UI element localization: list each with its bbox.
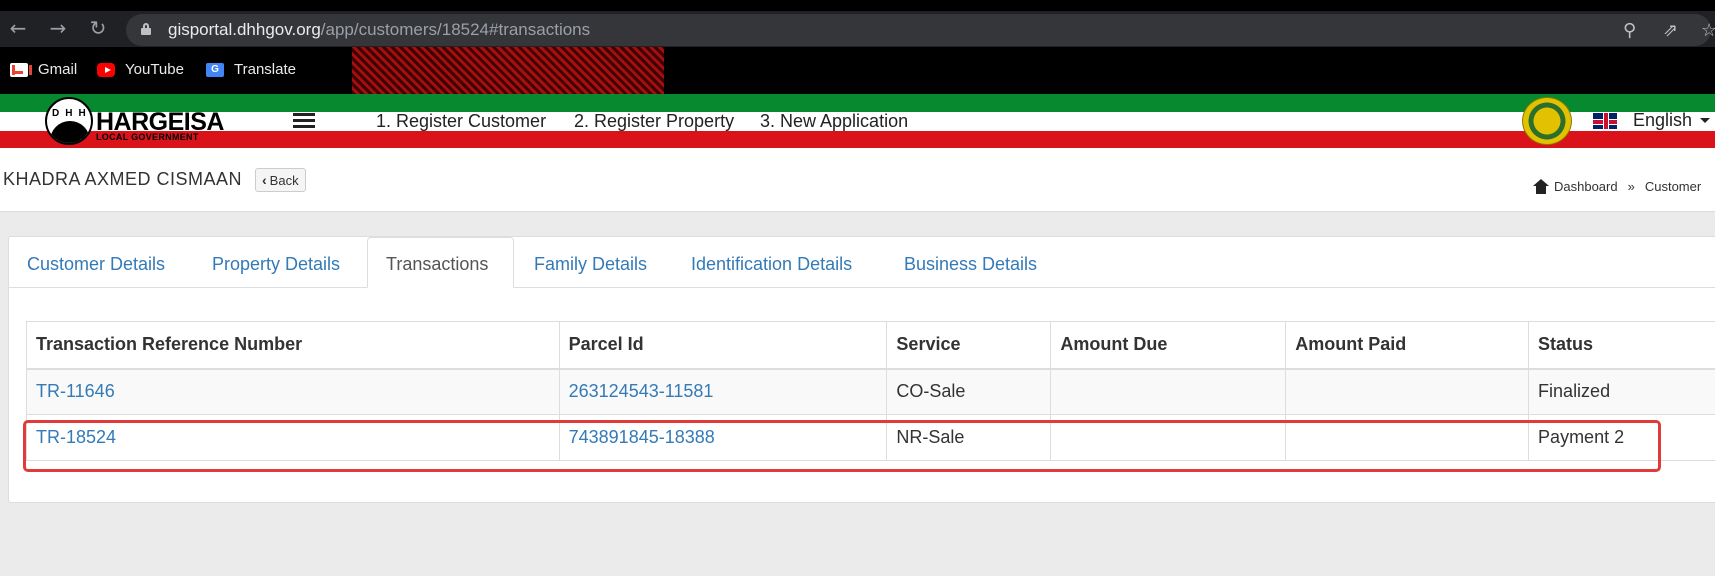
service-cell: NR-Sale bbox=[886, 414, 1052, 461]
translate-icon: G bbox=[206, 62, 224, 77]
parcel-link[interactable]: 743891845-18388 bbox=[569, 427, 715, 447]
arrow-right-icon[interactable]: → bbox=[47, 17, 69, 39]
home-icon bbox=[1533, 179, 1549, 194]
table-row: TR-18524 743891845-18388 NR-Sale Payment… bbox=[26, 414, 1715, 461]
brand-subtitle: LOCAL GOVERNMENT bbox=[96, 132, 199, 142]
bookmark-label: Translate bbox=[234, 61, 296, 78]
amount-due-cell bbox=[1050, 414, 1287, 461]
url-text[interactable]: gisportal.dhhgov.org/app/customers/18524… bbox=[168, 20, 590, 40]
parcel-link[interactable]: 263124543-11581 bbox=[569, 381, 714, 401]
back-button[interactable]: ‹ Back bbox=[255, 168, 306, 192]
breadcrumb-customer: Customer bbox=[1644, 179, 1702, 194]
column-header: Status bbox=[1528, 321, 1715, 370]
table-row: TR-11646 263124543-11581 CO-Sale Finaliz… bbox=[26, 368, 1715, 415]
government-emblem-icon bbox=[1522, 97, 1572, 145]
magnifier-icon[interactable]: ⚲ bbox=[1623, 20, 1636, 41]
amount-paid-cell bbox=[1285, 414, 1530, 461]
chevron-left-icon: ‹ bbox=[262, 172, 267, 188]
page-background-image bbox=[352, 47, 664, 94]
column-header: Parcel Id bbox=[558, 321, 888, 370]
menu-register-customer[interactable]: 1. Register Customer bbox=[376, 111, 546, 132]
hargeisa-logo-icon[interactable] bbox=[45, 97, 93, 145]
star-icon[interactable]: ☆ bbox=[1701, 20, 1715, 41]
flag-stripe-red bbox=[0, 131, 1715, 148]
tab-transactions[interactable]: Transactions bbox=[367, 237, 514, 288]
logo-letters: DHH bbox=[52, 108, 92, 119]
arrow-left-icon[interactable]: ← bbox=[7, 17, 29, 39]
tabs-divider bbox=[9, 287, 1715, 288]
table-cell: 743891845-18388 bbox=[558, 414, 888, 461]
breadcrumb-dashboard[interactable]: Dashboard bbox=[1554, 179, 1618, 194]
table-header-row: Transaction Reference Number Parcel Id S… bbox=[26, 321, 1715, 370]
share-icon[interactable]: ⇗ bbox=[1663, 20, 1678, 41]
bookmarks-bar: Gmail YouTube G Translate bbox=[0, 47, 1715, 94]
back-button-label: Back bbox=[269, 172, 299, 188]
transaction-link[interactable]: TR-11646 bbox=[36, 381, 115, 401]
uk-flag-icon[interactable] bbox=[1593, 113, 1617, 129]
amount-due-cell bbox=[1050, 368, 1287, 415]
tab-strip bbox=[0, 0, 1715, 11]
tab-label: Transactions bbox=[386, 254, 489, 274]
transactions-table: Transaction Reference Number Parcel Id S… bbox=[26, 321, 1715, 461]
table-cell: TR-11646 bbox=[26, 368, 560, 415]
breadcrumb: Dashboard » Customer bbox=[1533, 179, 1701, 194]
bookmark-label: YouTube bbox=[125, 61, 184, 78]
flag-stripe-green bbox=[0, 94, 1715, 112]
column-header: Amount Paid bbox=[1285, 321, 1530, 370]
column-header: Amount Due bbox=[1050, 321, 1287, 370]
service-cell: CO-Sale bbox=[886, 368, 1052, 415]
url-path: /app/customers/18524#transactions bbox=[320, 20, 591, 39]
caret-down-icon[interactable] bbox=[1700, 118, 1710, 123]
tab-family-details[interactable]: Family Details bbox=[534, 254, 647, 275]
column-header: Service bbox=[886, 321, 1052, 370]
language-selector[interactable]: English bbox=[1633, 110, 1692, 131]
tab-property-details[interactable]: Property Details bbox=[212, 254, 340, 275]
youtube-icon bbox=[97, 62, 115, 77]
bookmark-youtube[interactable]: YouTube bbox=[97, 61, 184, 78]
transaction-link[interactable]: TR-18524 bbox=[36, 427, 116, 447]
table-cell: TR-18524 bbox=[26, 414, 560, 461]
tab-business-details[interactable]: Business Details bbox=[904, 254, 1037, 275]
breadcrumb-separator: » bbox=[1627, 179, 1635, 194]
lock-icon[interactable] bbox=[141, 23, 151, 35]
table-cell: 263124543-11581 bbox=[558, 368, 888, 415]
status-cell: Payment 2 bbox=[1528, 414, 1715, 461]
menu-register-property[interactable]: 2. Register Property bbox=[574, 111, 734, 132]
bookmark-label: Gmail bbox=[38, 61, 78, 78]
tab-identification-details[interactable]: Identification Details bbox=[691, 254, 852, 275]
bookmark-translate[interactable]: G Translate bbox=[206, 61, 296, 78]
reload-icon[interactable]: ↻ bbox=[87, 17, 109, 39]
menu-new-application[interactable]: 3. New Application bbox=[760, 111, 908, 132]
amount-paid-cell bbox=[1285, 368, 1530, 415]
bookmark-gmail[interactable]: Gmail bbox=[10, 61, 77, 78]
gmail-icon bbox=[10, 62, 32, 77]
tab-customer-details[interactable]: Customer Details bbox=[27, 254, 165, 275]
status-cell: Finalized bbox=[1528, 368, 1715, 415]
page-title: KHADRA AXMED CISMAAN bbox=[3, 169, 243, 189]
hamburger-menu-icon[interactable] bbox=[293, 113, 315, 129]
url-host: gisportal.dhhgov.org bbox=[168, 20, 321, 39]
column-header: Transaction Reference Number bbox=[26, 321, 560, 370]
